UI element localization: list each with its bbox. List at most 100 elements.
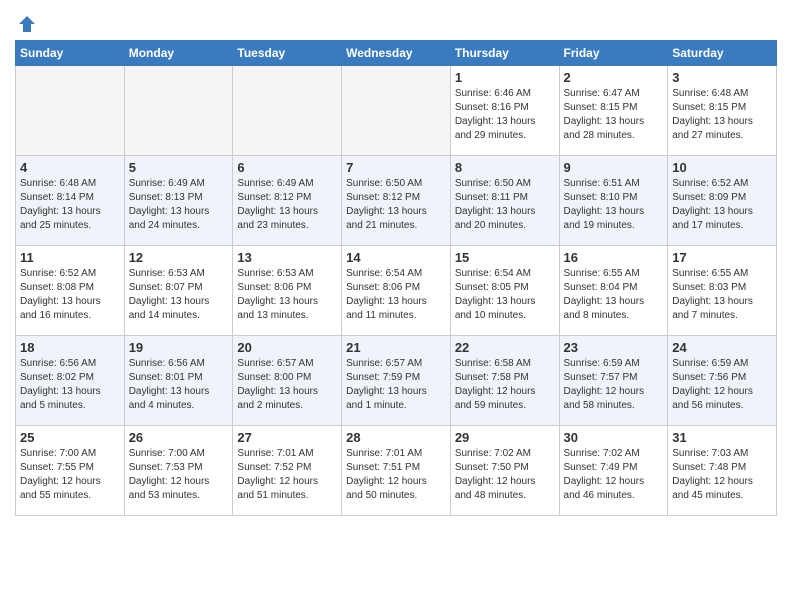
col-header-monday: Monday <box>124 41 233 66</box>
day-info: Sunrise: 6:57 AM Sunset: 7:59 PM Dayligh… <box>346 357 446 413</box>
calendar-cell: 13 Sunrise: 6:53 AM Sunset: 8:06 PM Dayli… <box>233 246 342 336</box>
day-number: 26 <box>129 430 229 445</box>
calendar-header-row: SundayMondayTuesdayWednesdayThursdayFrid… <box>16 41 777 66</box>
col-header-tuesday: Tuesday <box>233 41 342 66</box>
calendar-week-row: 11Sunrise: 6:52 AM Sunset: 8:08 PM Dayli… <box>16 246 777 336</box>
day-info: Sunrise: 7:03 AM Sunset: 7:48 PM Dayligh… <box>672 447 772 503</box>
day-number: 4 <box>20 160 120 175</box>
day-info: Sunrise: 6:51 AM Sunset: 8:10 PM Dayligh… <box>564 177 664 233</box>
calendar-cell: 31 Sunrise: 7:03 AM Sunset: 7:48 PM Dayli… <box>668 426 777 516</box>
day-info: Sunrise: 6:54 AM Sunset: 8:05 PM Dayligh… <box>455 267 555 323</box>
day-number: 17 <box>672 250 772 265</box>
day-info: Sunrise: 6:48 AM Sunset: 8:14 PM Dayligh… <box>20 177 120 233</box>
calendar-week-row: 4 Sunrise: 6:48 AM Sunset: 8:14 PM Daylig… <box>16 156 777 246</box>
calendar-cell: 3 Sunrise: 6:48 AM Sunset: 8:15 PM Daylig… <box>668 66 777 156</box>
day-number: 2 <box>564 70 664 85</box>
day-number: 8 <box>455 160 555 175</box>
day-info: Sunrise: 6:58 AM Sunset: 7:58 PM Dayligh… <box>455 357 555 413</box>
day-info: Sunrise: 7:01 AM Sunset: 7:52 PM Dayligh… <box>237 447 337 503</box>
day-info: Sunrise: 6:50 AM Sunset: 8:11 PM Dayligh… <box>455 177 555 233</box>
calendar-cell <box>233 66 342 156</box>
calendar-cell: 17Sunrise: 6:55 AM Sunset: 8:03 PM Dayli… <box>668 246 777 336</box>
day-info: Sunrise: 6:55 AM Sunset: 8:04 PM Dayligh… <box>564 267 664 323</box>
day-info: Sunrise: 6:50 AM Sunset: 8:12 PM Dayligh… <box>346 177 446 233</box>
day-info: Sunrise: 7:02 AM Sunset: 7:49 PM Dayligh… <box>564 447 664 503</box>
day-number: 27 <box>237 430 337 445</box>
day-number: 24 <box>672 340 772 355</box>
day-number: 14 <box>346 250 446 265</box>
day-number: 7 <box>346 160 446 175</box>
calendar-cell <box>16 66 125 156</box>
calendar-cell: 11Sunrise: 6:52 AM Sunset: 8:08 PM Dayli… <box>16 246 125 336</box>
day-info: Sunrise: 6:59 AM Sunset: 7:56 PM Dayligh… <box>672 357 772 413</box>
col-header-saturday: Saturday <box>668 41 777 66</box>
day-number: 18 <box>20 340 120 355</box>
calendar-cell: 10 Sunrise: 6:52 AM Sunset: 8:09 PM Dayli… <box>668 156 777 246</box>
day-number: 3 <box>672 70 772 85</box>
day-info: Sunrise: 6:49 AM Sunset: 8:13 PM Dayligh… <box>129 177 229 233</box>
day-info: Sunrise: 6:48 AM Sunset: 8:15 PM Dayligh… <box>672 87 772 143</box>
day-number: 11 <box>20 250 120 265</box>
col-header-friday: Friday <box>559 41 668 66</box>
col-header-thursday: Thursday <box>450 41 559 66</box>
calendar-cell: 19 Sunrise: 6:56 AM Sunset: 8:01 PM Dayli… <box>124 336 233 426</box>
calendar-cell: 28 Sunrise: 7:01 AM Sunset: 7:51 PM Dayli… <box>342 426 451 516</box>
day-info: Sunrise: 6:53 AM Sunset: 8:07 PM Dayligh… <box>129 267 229 323</box>
calendar-cell: 6 Sunrise: 6:49 AM Sunset: 8:12 PM Daylig… <box>233 156 342 246</box>
day-number: 21 <box>346 340 446 355</box>
calendar-cell: 16 Sunrise: 6:55 AM Sunset: 8:04 PM Dayli… <box>559 246 668 336</box>
day-info: Sunrise: 6:59 AM Sunset: 7:57 PM Dayligh… <box>564 357 664 413</box>
day-number: 6 <box>237 160 337 175</box>
day-number: 31 <box>672 430 772 445</box>
day-info: Sunrise: 6:56 AM Sunset: 8:02 PM Dayligh… <box>20 357 120 413</box>
calendar-cell: 22 Sunrise: 6:58 AM Sunset: 7:58 PM Dayli… <box>450 336 559 426</box>
day-number: 28 <box>346 430 446 445</box>
calendar-cell: 27 Sunrise: 7:01 AM Sunset: 7:52 PM Dayli… <box>233 426 342 516</box>
day-info: Sunrise: 6:52 AM Sunset: 8:09 PM Dayligh… <box>672 177 772 233</box>
day-number: 10 <box>672 160 772 175</box>
col-header-sunday: Sunday <box>16 41 125 66</box>
calendar-cell: 2 Sunrise: 6:47 AM Sunset: 8:15 PM Daylig… <box>559 66 668 156</box>
calendar-cell: 1Sunrise: 6:46 AM Sunset: 8:16 PM Daylig… <box>450 66 559 156</box>
calendar-cell: 30Sunrise: 7:02 AM Sunset: 7:49 PM Dayli… <box>559 426 668 516</box>
day-number: 5 <box>129 160 229 175</box>
calendar-cell: 8 Sunrise: 6:50 AM Sunset: 8:11 PM Daylig… <box>450 156 559 246</box>
calendar-cell: 25Sunrise: 7:00 AM Sunset: 7:55 PM Dayli… <box>16 426 125 516</box>
calendar-cell <box>342 66 451 156</box>
calendar-week-row: 25Sunrise: 7:00 AM Sunset: 7:55 PM Dayli… <box>16 426 777 516</box>
calendar-cell: 20 Sunrise: 6:57 AM Sunset: 8:00 PM Dayli… <box>233 336 342 426</box>
logo <box>15 10 37 34</box>
calendar-table: SundayMondayTuesdayWednesdayThursdayFrid… <box>15 40 777 516</box>
calendar-cell <box>124 66 233 156</box>
day-info: Sunrise: 6:49 AM Sunset: 8:12 PM Dayligh… <box>237 177 337 233</box>
day-number: 25 <box>20 430 120 445</box>
calendar-cell: 18 Sunrise: 6:56 AM Sunset: 8:02 PM Dayli… <box>16 336 125 426</box>
day-info: Sunrise: 6:47 AM Sunset: 8:15 PM Dayligh… <box>564 87 664 143</box>
calendar-cell: 5 Sunrise: 6:49 AM Sunset: 8:13 PM Daylig… <box>124 156 233 246</box>
day-number: 1 <box>455 70 555 85</box>
calendar-cell: 23 Sunrise: 6:59 AM Sunset: 7:57 PM Dayli… <box>559 336 668 426</box>
day-info: Sunrise: 6:57 AM Sunset: 8:00 PM Dayligh… <box>237 357 337 413</box>
calendar-cell: 7 Sunrise: 6:50 AM Sunset: 8:12 PM Daylig… <box>342 156 451 246</box>
day-info: Sunrise: 6:53 AM Sunset: 8:06 PM Dayligh… <box>237 267 337 323</box>
day-info: Sunrise: 7:02 AM Sunset: 7:50 PM Dayligh… <box>455 447 555 503</box>
calendar-cell: 14 Sunrise: 6:54 AM Sunset: 8:06 PM Dayli… <box>342 246 451 336</box>
day-info: Sunrise: 6:54 AM Sunset: 8:06 PM Dayligh… <box>346 267 446 323</box>
day-number: 20 <box>237 340 337 355</box>
day-number: 23 <box>564 340 664 355</box>
day-info: Sunrise: 7:00 AM Sunset: 7:53 PM Dayligh… <box>129 447 229 503</box>
calendar-cell: 26 Sunrise: 7:00 AM Sunset: 7:53 PM Dayli… <box>124 426 233 516</box>
day-number: 19 <box>129 340 229 355</box>
day-number: 16 <box>564 250 664 265</box>
calendar-cell: 21 Sunrise: 6:57 AM Sunset: 7:59 PM Dayli… <box>342 336 451 426</box>
day-number: 22 <box>455 340 555 355</box>
day-number: 13 <box>237 250 337 265</box>
calendar-cell: 9Sunrise: 6:51 AM Sunset: 8:10 PM Daylig… <box>559 156 668 246</box>
calendar-cell: 24 Sunrise: 6:59 AM Sunset: 7:56 PM Dayli… <box>668 336 777 426</box>
calendar-cell: 15 Sunrise: 6:54 AM Sunset: 8:05 PM Dayli… <box>450 246 559 336</box>
day-info: Sunrise: 6:56 AM Sunset: 8:01 PM Dayligh… <box>129 357 229 413</box>
day-number: 15 <box>455 250 555 265</box>
day-number: 12 <box>129 250 229 265</box>
day-info: Sunrise: 7:01 AM Sunset: 7:51 PM Dayligh… <box>346 447 446 503</box>
calendar-cell: 29Sunrise: 7:02 AM Sunset: 7:50 PM Dayli… <box>450 426 559 516</box>
